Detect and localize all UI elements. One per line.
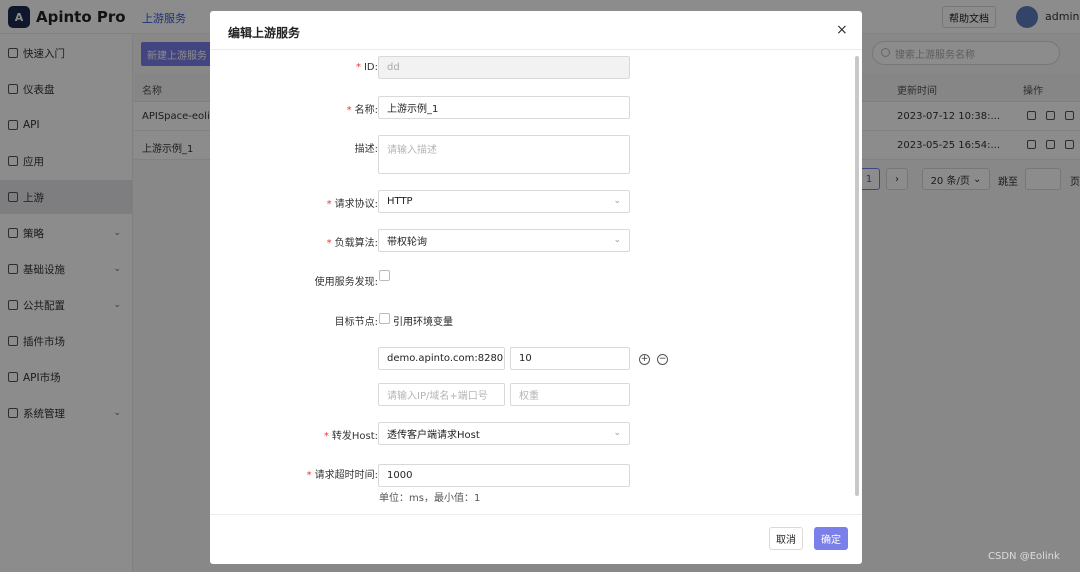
timeout-label-text: 请求超时时间:: [314, 470, 378, 481]
node-address-input[interactable]: demo.apinto.com:8280: [378, 347, 505, 370]
host-select[interactable]: 透传客户端请求Host ⌄: [378, 422, 630, 445]
required-mark: *: [346, 105, 352, 116]
remove-node-icon[interactable]: −: [657, 354, 668, 365]
chevron-down-icon: ⌄: [613, 196, 621, 206]
required-mark: *: [355, 62, 361, 73]
host-value: 透传客户端请求Host: [387, 430, 480, 441]
env-var-label[interactable]: 引用环境变量: [393, 313, 453, 328]
description-textarea[interactable]: 请输入描述: [378, 135, 630, 174]
required-mark: *: [323, 431, 329, 442]
scrollbar[interactable]: [855, 56, 859, 496]
protocol-label: * 请求协议:: [327, 195, 378, 210]
id-label: * ID:: [356, 62, 378, 73]
discovery-checkbox[interactable]: [379, 270, 390, 281]
footer-divider: [210, 514, 862, 515]
balance-label-text: 负载算法:: [334, 238, 378, 249]
close-icon[interactable]: ×: [836, 23, 848, 37]
cancel-button[interactable]: 取消: [769, 527, 803, 550]
host-label-text: 转发Host:: [331, 431, 378, 442]
name-field[interactable]: 上游示例_1: [378, 96, 630, 119]
timeout-label: * 请求超时时间:: [307, 466, 378, 481]
timeout-input[interactable]: 1000: [378, 464, 630, 487]
header-divider: [210, 49, 862, 50]
id-label-text: ID:: [363, 62, 378, 73]
chevron-down-icon: ⌄: [613, 428, 621, 438]
watermark: CSDN @Eolink: [988, 551, 1060, 562]
balance-label: * 负载算法:: [327, 234, 378, 249]
node-weight-input[interactable]: 10: [510, 347, 630, 370]
nodes-label: 目标节点:: [334, 317, 378, 328]
chevron-down-icon: ⌄: [613, 235, 621, 245]
new-node-address-input[interactable]: 请输入IP/域名+端口号: [378, 383, 505, 406]
name-label: * 名称:: [347, 101, 378, 116]
dialog-title: 编辑上游服务: [228, 26, 301, 40]
edit-upstream-dialog: 编辑上游服务 × * ID: dd * 名称: 上游示例_1 描述: 请输入描述 *…: [210, 11, 862, 564]
required-mark: *: [306, 470, 312, 481]
confirm-button[interactable]: 确定: [814, 527, 848, 550]
id-field: dd: [378, 56, 630, 79]
name-label-text: 名称:: [354, 105, 378, 116]
env-var-checkbox[interactable]: [379, 313, 390, 324]
balance-select[interactable]: 带权轮询 ⌄: [378, 229, 630, 252]
host-label: * 转发Host:: [324, 427, 378, 442]
new-node-weight-input[interactable]: 权重: [510, 383, 630, 406]
discovery-label: 使用服务发现:: [314, 277, 378, 288]
protocol-value: HTTP: [387, 196, 413, 207]
required-mark: *: [326, 199, 332, 210]
protocol-select[interactable]: HTTP ⌄: [378, 190, 630, 213]
timeout-hint: 单位：ms，最小值：1: [379, 493, 481, 504]
balance-value: 带权轮询: [387, 237, 427, 248]
required-mark: *: [326, 238, 332, 249]
add-node-icon[interactable]: +: [639, 354, 650, 365]
description-label: 描述:: [354, 144, 378, 155]
protocol-label-text: 请求协议:: [334, 199, 378, 210]
